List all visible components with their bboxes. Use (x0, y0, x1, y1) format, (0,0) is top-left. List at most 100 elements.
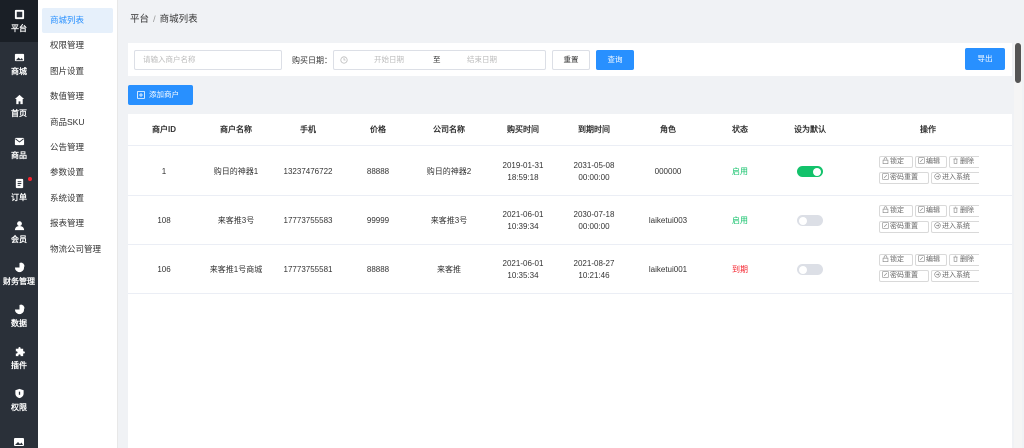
home-icon (14, 94, 24, 104)
merchant-name-input[interactable]: 请输入商户名称 (134, 50, 282, 70)
column-header: 价格 (370, 125, 386, 134)
default-toggle[interactable] (797, 264, 823, 275)
cell-price: 88888 (366, 167, 390, 176)
puzzle-icon (15, 346, 25, 356)
end-date-input[interactable]: 结束日期 (467, 51, 497, 69)
date-range-picker[interactable]: 开始日期 至 结束日期 (333, 50, 546, 70)
submenu-item[interactable]: 物流公司管理 (42, 237, 113, 262)
page-scrollbar[interactable] (1014, 43, 1022, 448)
nav-item-3[interactable]: 商品 (0, 127, 38, 169)
lock-icon (882, 157, 889, 164)
enter-system-button[interactable]: 进入系统 (931, 270, 979, 282)
trash-icon (953, 206, 958, 213)
default-toggle[interactable] (797, 166, 823, 177)
submenu-item[interactable]: 商城列表 (42, 8, 113, 34)
table-row: 108 来客推3号 17773755583 99999 来客推3号 2021-06-01 … (128, 196, 1012, 245)
delete-button[interactable]: 删除 (949, 205, 979, 217)
nav-item-label: 订单 (11, 192, 27, 202)
enter-system-button[interactable]: 进入系统 (931, 221, 979, 233)
action-label: 锁定 (890, 158, 904, 165)
submenu-item[interactable]: 报表管理 (42, 211, 113, 236)
column-header: 商户名称 (220, 125, 252, 134)
row-actions: 锁定 编辑 删除密码重置 进入系统 (879, 254, 979, 288)
start-date-input[interactable]: 开始日期 (374, 51, 404, 69)
action-label: 密码重置 (890, 174, 918, 181)
nav-item-1[interactable]: 商城 (0, 43, 38, 85)
query-button[interactable]: 查询 (596, 50, 634, 70)
action-label: 密码重置 (890, 223, 918, 230)
nav-item-5[interactable]: 会员 (0, 211, 38, 253)
column-header: 商户ID (152, 125, 176, 134)
action-label: 进入系统 (942, 223, 970, 230)
main-nav: 平台商城首页 商品订单会员财务管理数据插件 权限 (0, 0, 38, 448)
arrow-right-circle-icon (934, 173, 941, 180)
submenu-item[interactable]: 公告管理 (42, 135, 113, 160)
submenu-item[interactable]: 权限管理 (42, 33, 113, 58)
filter-bar: 请输入商户名称 购买日期： 开始日期 至 结束日期 重置 查询 导出 (128, 43, 1012, 76)
platform-icon (14, 9, 24, 19)
cell-id: 106 (157, 265, 171, 274)
add-merchant-button[interactable]: 添加商户 (128, 85, 193, 105)
export-button[interactable]: 导出 (965, 48, 1005, 70)
reset-password-button[interactable]: 密码重置 (879, 270, 929, 282)
row-actions: 锁定 编辑 删除密码重置 进入系统 (879, 205, 979, 239)
edit-icon (882, 271, 889, 278)
scrollbar-thumb[interactable] (1015, 43, 1021, 83)
edit-button[interactable]: 编辑 (915, 156, 947, 168)
column-header: 到期时间 (578, 125, 610, 134)
delete-button[interactable]: 删除 (949, 254, 979, 266)
default-toggle[interactable] (797, 215, 823, 226)
nav-item-label: 数据 (11, 318, 27, 328)
submenu-item[interactable]: 参数设置 (42, 160, 113, 185)
nav-item-8[interactable]: 插件 (0, 337, 38, 379)
submenu-item[interactable]: 图片设置 (42, 59, 113, 84)
plus-square-icon (137, 91, 145, 99)
row-actions: 锁定 编辑 删除密码重置 进入系统 (879, 156, 979, 190)
pie-icon (14, 303, 25, 314)
breadcrumb-root[interactable]: 平台 (130, 14, 149, 25)
arrow-right-circle-icon (934, 271, 941, 278)
action-label: 编辑 (926, 158, 940, 165)
cell-name: 来客推1号商城 (209, 265, 263, 274)
nav-item-label: 会员 (11, 234, 27, 244)
nav-item-6[interactable]: 财务管理 (0, 253, 38, 295)
cell-id: 1 (161, 167, 167, 176)
edit-button[interactable]: 编辑 (915, 205, 947, 217)
nav-item-7[interactable]: 数据 (0, 295, 38, 337)
nav-item-9[interactable]: 权限 (0, 379, 38, 421)
cell-phone: 13237476722 (283, 167, 333, 176)
nav-item-label: 平台 (11, 23, 27, 33)
enter-system-button[interactable]: 进入系统 (931, 172, 979, 184)
reset-password-button[interactable]: 密码重置 (879, 221, 929, 233)
date-range-separator: 至 (433, 55, 441, 64)
image-icon[interactable] (13, 436, 25, 448)
cell-expire: 2030-07-18 00:00:00 (573, 209, 615, 231)
column-header: 角色 (660, 125, 676, 134)
column-header: 购买时间 (507, 125, 539, 134)
nav-item-label: 商城 (11, 66, 27, 76)
image-icon (14, 53, 24, 61)
submenu-item[interactable]: 商品SKU (42, 110, 113, 135)
submenu-item[interactable]: 数值管理 (42, 84, 113, 109)
lock-button[interactable]: 锁定 (879, 205, 913, 217)
cell-status: 启用 (732, 216, 748, 225)
action-label: 进入系统 (942, 174, 970, 181)
order-icon (15, 178, 23, 188)
submenu-item[interactable]: 系统设置 (42, 186, 113, 211)
nav-item-0[interactable]: 平台 (0, 0, 38, 42)
reset-password-button[interactable]: 密码重置 (879, 172, 929, 184)
lock-button[interactable]: 锁定 (879, 156, 913, 168)
toggle-knob (813, 167, 821, 176)
column-header: 操作 (920, 125, 936, 134)
edit-button[interactable]: 编辑 (915, 254, 947, 266)
lock-button[interactable]: 锁定 (879, 254, 913, 266)
pie-icon (14, 261, 25, 272)
delete-button[interactable]: 删除 (949, 156, 979, 168)
action-label: 删除 (960, 158, 974, 165)
nav-item-4[interactable]: 订单 (0, 169, 38, 211)
reset-button[interactable]: 重置 (552, 50, 590, 70)
nav-item-2[interactable]: 首页 (0, 85, 38, 127)
action-label: 删除 (960, 256, 974, 263)
breadcrumb: 平台 / 商城列表 (130, 11, 198, 25)
cell-status: 到期 (732, 265, 748, 274)
